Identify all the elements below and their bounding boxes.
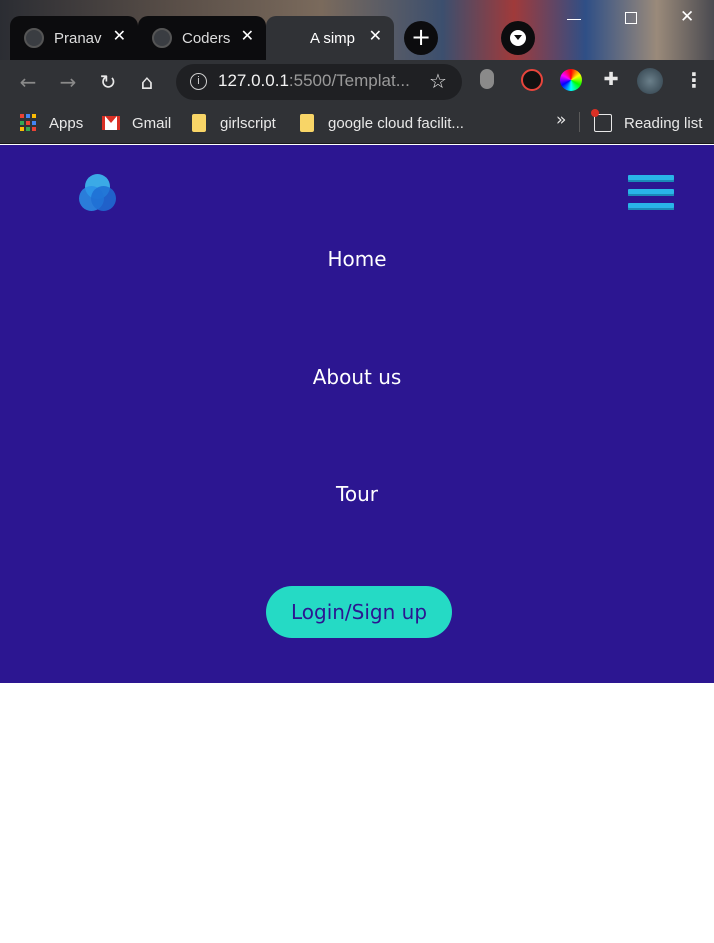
minimize-button[interactable] (567, 19, 581, 20)
folder-icon (300, 114, 314, 132)
nav-link-about-us[interactable]: About us (0, 365, 714, 389)
reload-icon[interactable]: ↻ (96, 70, 120, 94)
folder-icon (192, 114, 206, 132)
browser-menu-icon[interactable]: ⋮ (684, 68, 704, 92)
nav-link-home[interactable]: Home (0, 247, 714, 271)
home-icon[interactable]: ⌂ (135, 70, 159, 94)
url-text[interactable]: 127.0.0.1:5500/Templat... (218, 71, 410, 91)
new-tab-button[interactable]: + (404, 21, 438, 55)
tab-title: Coders (182, 29, 231, 47)
tab-title: Pranav (54, 29, 102, 47)
close-icon[interactable]: ✕ (369, 26, 382, 45)
tab-search-button[interactable] (501, 21, 535, 55)
extension-magnifier-icon[interactable] (521, 69, 543, 91)
close-icon[interactable]: ✕ (241, 26, 254, 45)
github-icon (24, 28, 44, 48)
url-host: 127.0.0.1 (218, 71, 289, 90)
bookmark-label: girlscript (220, 114, 276, 132)
bookmark-label: google cloud facilit... (328, 114, 464, 132)
url-path: :5500/Templat... (288, 71, 410, 90)
info-icon[interactable]: i (190, 73, 207, 90)
hamburger-menu-icon[interactable] (628, 175, 674, 213)
window-close-button[interactable]: ✕ (680, 7, 694, 27)
nav-link-tour[interactable]: Tour (0, 482, 714, 506)
hamburger-bar (628, 175, 674, 182)
reading-list-label: Reading list (624, 114, 703, 132)
gmail-icon (102, 116, 120, 130)
tab-a-simp[interactable]: A simp ✕ (266, 16, 394, 60)
tab-coders[interactable]: Coders ✕ (138, 16, 266, 60)
tab-pranav[interactable]: Pranav ✕ (10, 16, 138, 60)
back-icon[interactable]: ← (16, 70, 40, 94)
bookmark-girlscript[interactable]: girlscript (192, 111, 276, 135)
profile-avatar[interactable] (637, 68, 663, 94)
brand-logo[interactable] (79, 174, 117, 212)
bookmark-google-cloud[interactable]: google cloud facilit... (300, 111, 464, 135)
github-icon (152, 28, 172, 48)
forward-icon[interactable]: → (56, 70, 80, 94)
tab-title: A simp (310, 29, 356, 47)
chevron-down-icon (514, 35, 522, 40)
logo-circle (91, 186, 116, 211)
maximize-button[interactable] (625, 12, 637, 24)
reading-list-button[interactable]: Reading list (591, 109, 703, 135)
reading-list-icon (591, 109, 612, 132)
more-bookmarks-icon[interactable]: » (556, 110, 566, 130)
bookmark-apps[interactable]: Apps (20, 111, 83, 135)
hamburger-bar (628, 203, 674, 210)
bookmark-star-icon[interactable]: ☆ (429, 69, 447, 93)
extension-icon[interactable] (480, 69, 494, 89)
login-signup-button[interactable]: Login/Sign up (266, 586, 452, 638)
close-icon[interactable]: ✕ (113, 26, 126, 45)
bookmarks-divider (579, 112, 580, 132)
bookmark-gmail[interactable]: Gmail (102, 111, 171, 135)
color-picker-extension-icon[interactable] (560, 69, 582, 91)
bookmark-label: Gmail (132, 114, 172, 132)
apps-grid-icon (20, 114, 38, 132)
extensions-puzzle-icon[interactable]: ✚ (600, 69, 622, 91)
bookmark-label: Apps (49, 114, 84, 132)
hamburger-bar (628, 189, 674, 196)
